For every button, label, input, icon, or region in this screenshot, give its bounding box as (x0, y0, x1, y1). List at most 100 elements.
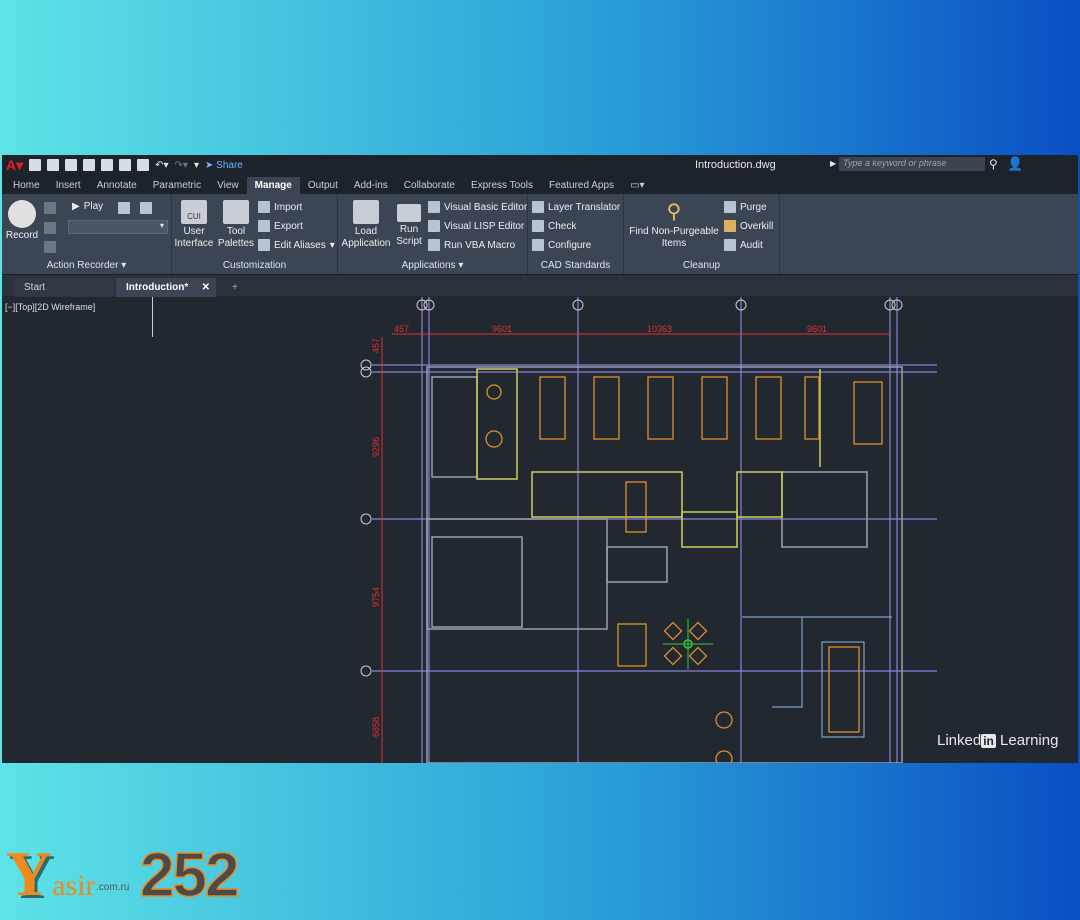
user-icon[interactable]: 👤 (1007, 156, 1023, 172)
message-icon (44, 202, 56, 214)
close-tab-icon[interactable]: ✕ (202, 282, 210, 293)
run-script-button[interactable]: Run Script (394, 200, 424, 248)
file-tabs: Start Introduction* ✕ + (2, 274, 1078, 297)
redo-icon[interactable]: ↷▾ (175, 160, 188, 171)
app-menu-button[interactable]: A▾ (6, 157, 23, 174)
panel-title[interactable]: Action Recorder ▾ (2, 258, 171, 274)
tab-insert[interactable]: Insert (48, 177, 89, 194)
search-icon[interactable]: ⚲ (989, 157, 998, 171)
tab-home[interactable]: Home (5, 177, 48, 194)
visual-basic-editor-button[interactable]: Visual Basic Editor (428, 201, 527, 213)
tab-output[interactable]: Output (300, 177, 346, 194)
file-tab-start[interactable]: Start (14, 278, 114, 297)
configure-label: Configure (548, 239, 592, 251)
dim-top-1: 457 (394, 324, 409, 334)
tool-palettes-icon (223, 200, 249, 224)
new-tab-button[interactable]: + (222, 278, 248, 297)
vba-macro-icon (428, 239, 440, 251)
undo-icon[interactable]: ↶▾ (155, 160, 168, 171)
configure-button[interactable]: Configure (532, 239, 591, 251)
preferences-icon[interactable] (118, 202, 130, 214)
plot-icon[interactable] (137, 159, 150, 171)
dim-top-2: 9601 (492, 324, 512, 334)
record-label: Record (5, 230, 39, 241)
title-bar: A▾ ↶▾ ↷▾ ▾ ➤ Share Introduction.dwg ▶ Ty… (2, 155, 1078, 175)
audit-button[interactable]: Audit (724, 239, 763, 251)
tab-view[interactable]: View (209, 177, 247, 194)
document-title: Introduction.dwg (695, 159, 776, 171)
record-button[interactable]: Record (4, 200, 40, 242)
export-button[interactable]: Export (258, 220, 303, 232)
purge-button[interactable]: Purge (724, 201, 767, 213)
audit-icon (724, 239, 736, 251)
ribbon-tabs: Home Insert Annotate Parametric View Man… (2, 175, 1078, 194)
tab-add-ins[interactable]: Add-ins (346, 177, 396, 194)
purge-icon (724, 201, 736, 213)
save-web-icon[interactable] (119, 159, 132, 171)
check-label: Check (548, 220, 577, 232)
file-tab-introduction[interactable]: Introduction* ✕ (116, 278, 216, 297)
tab-manage[interactable]: Manage (246, 177, 300, 194)
panel-title: CAD Standards (540, 260, 611, 271)
cui-icon: CUI (181, 200, 207, 224)
dim-top-4: 9601 (807, 324, 827, 334)
open-icon[interactable] (47, 159, 60, 171)
layer-translator-icon (532, 201, 544, 213)
quick-access-toolbar: A▾ ↶▾ ↷▾ ▾ ➤ Share (6, 157, 243, 174)
play-button[interactable]: ▶ Play (72, 201, 103, 212)
play-label: Play (83, 201, 104, 212)
load-application-label: Load Application (341, 226, 391, 249)
macro-dropdown[interactable]: ▾ (68, 220, 168, 234)
panel-cleanup: ⚲ Find Non-Purgeable Items Purge Overkill… (624, 194, 780, 274)
tool-palettes-button[interactable]: Tool Palettes (216, 200, 256, 250)
tool-palettes-label: Tool Palettes (217, 226, 255, 249)
new-icon[interactable] (29, 159, 42, 171)
panel-toggle-icon[interactable]: ▭▾ (622, 177, 652, 194)
tab-collaborate[interactable]: Collaborate (396, 177, 463, 194)
export-label: Export (274, 220, 303, 232)
floor-plan-drawing: 457 9601 10363 9601 457 9296 9754 6858 (360, 297, 937, 763)
tab-featured-apps[interactable]: Featured Apps (541, 177, 622, 194)
edit-aliases-icon (258, 239, 270, 251)
manage-macros-icon[interactable] (140, 202, 152, 214)
edit-aliases-button[interactable]: Edit Aliases ▾ (258, 239, 335, 251)
open-web-icon[interactable] (101, 159, 114, 171)
load-application-icon (353, 200, 379, 224)
share-label: Share (216, 159, 243, 171)
panel-title: Customization (222, 260, 287, 271)
search-expand-icon[interactable]: ▶ (830, 159, 836, 168)
logo-domain: .com.ru (96, 882, 130, 893)
request-input-icon (44, 241, 56, 253)
panel-applications: Load Application Run Script Visual Basic… (338, 194, 528, 274)
layer-translator-button[interactable]: Layer Translator (532, 201, 620, 213)
save-icon[interactable] (65, 159, 78, 171)
layer-translator-label: Layer Translator (548, 201, 621, 213)
tab-annotate[interactable]: Annotate (89, 177, 145, 194)
panel-title[interactable]: Applications ▾ (338, 258, 527, 274)
vba-label: Visual Basic Editor (444, 201, 528, 213)
play-icon: ▶ (72, 201, 80, 212)
share-button[interactable]: ➤ Share (205, 160, 243, 171)
file-tab-label: Introduction* (126, 282, 189, 293)
tab-express-tools[interactable]: Express Tools (463, 177, 541, 194)
dim-left-2: 9296 (371, 437, 381, 457)
yasir252-logo: Yasir .com.ru 252 (6, 838, 246, 915)
import-button[interactable]: Import (258, 201, 302, 213)
find-non-purgeable-button[interactable]: ⚲ Find Non-Purgeable Items (624, 200, 724, 250)
tab-parametric[interactable]: Parametric (145, 177, 209, 194)
user-interface-button[interactable]: CUI User Interface (174, 200, 214, 250)
run-vba-macro-button[interactable]: Run VBA Macro (428, 239, 515, 251)
dim-left-4: 6858 (371, 717, 381, 737)
visual-lisp-editor-button[interactable]: Visual LISP Editor (428, 220, 524, 232)
dim-left-1: 457 (371, 338, 381, 353)
user-interface-label: User Interface (174, 226, 214, 249)
drawing-viewport[interactable]: [−][Top][2D Wireframe] 457 9601 10363 96… (2, 297, 1078, 763)
search-input[interactable]: Type a keyword or phrase (839, 157, 985, 171)
logo-name: Yasir (6, 838, 96, 909)
check-button[interactable]: Check (532, 220, 576, 232)
purge-label: Purge (740, 201, 767, 213)
overkill-button[interactable]: Overkill (724, 220, 773, 232)
load-application-button[interactable]: Load Application (338, 200, 394, 250)
save-as-icon[interactable] (83, 159, 96, 171)
customize-qa-icon[interactable]: ▾ (194, 160, 199, 171)
